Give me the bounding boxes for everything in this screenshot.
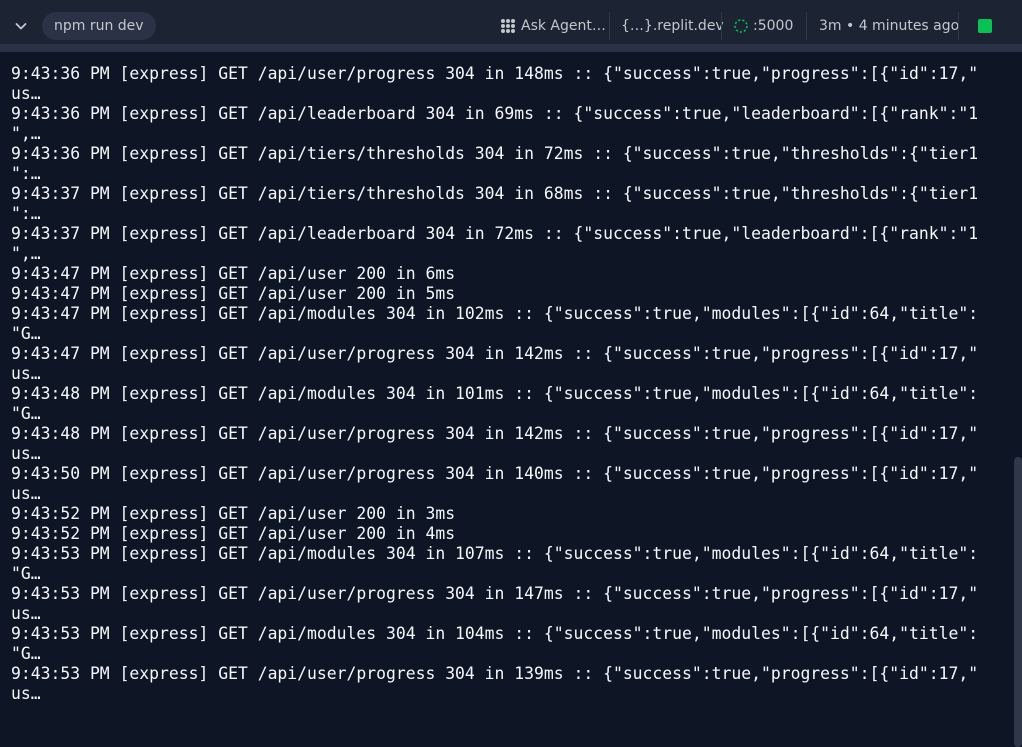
log-line: "G… bbox=[11, 644, 41, 663]
log-line: us… bbox=[11, 604, 41, 623]
log-line: 9:43:52 PM [express] GET /api/user 200 i… bbox=[11, 524, 456, 543]
log-line: 9:43:53 PM [express] GET /api/modules 30… bbox=[11, 624, 979, 643]
scrollbar-thumb[interactable] bbox=[1014, 457, 1022, 747]
log-line: ",… bbox=[11, 124, 41, 143]
running-status-icon bbox=[978, 19, 992, 33]
console-output[interactable]: 9:43:36 PM [express] GET /api/user/progr… bbox=[0, 52, 1022, 717]
log-line: us… bbox=[11, 364, 41, 383]
log-line: 9:43:52 PM [express] GET /api/user 200 i… bbox=[11, 504, 456, 523]
scrollbar[interactable] bbox=[1014, 52, 1022, 747]
divider bbox=[721, 12, 722, 40]
log-line: ",… bbox=[11, 244, 41, 263]
chevron-down-icon bbox=[15, 23, 27, 30]
divider bbox=[806, 12, 807, 40]
log-line: 9:43:47 PM [express] GET /api/modules 30… bbox=[11, 304, 979, 323]
log-line: 9:43:47 PM [express] GET /api/user/progr… bbox=[11, 344, 979, 363]
port-label: :5000 bbox=[753, 18, 794, 34]
log-line: "G… bbox=[11, 404, 41, 423]
log-lines: 9:43:36 PM [express] GET /api/user/progr… bbox=[11, 64, 1001, 704]
log-line: 9:43:48 PM [express] GET /api/user/progr… bbox=[11, 424, 979, 443]
log-line: 9:43:47 PM [express] GET /api/user 200 i… bbox=[11, 264, 456, 283]
dev-domain-label: {…}.replit.dev bbox=[621, 18, 724, 34]
log-line: 9:43:37 PM [express] GET /api/tiers/thre… bbox=[11, 184, 979, 203]
divider bbox=[958, 12, 959, 40]
log-line: 9:43:53 PM [express] GET /api/modules 30… bbox=[11, 544, 979, 563]
log-line: 9:43:53 PM [express] GET /api/user/progr… bbox=[11, 664, 979, 683]
log-line: 9:43:53 PM [express] GET /api/user/progr… bbox=[11, 584, 979, 603]
collapse-button[interactable] bbox=[10, 14, 32, 38]
log-line: 9:43:36 PM [express] GET /api/tiers/thre… bbox=[11, 144, 979, 163]
divider bbox=[609, 12, 610, 40]
log-line: 9:43:47 PM [express] GET /api/user 200 i… bbox=[11, 284, 456, 303]
port-icon bbox=[734, 19, 748, 33]
log-line: 9:43:37 PM [express] GET /api/leaderboar… bbox=[11, 224, 979, 243]
ask-agent-label: Ask Agent… bbox=[521, 18, 606, 34]
log-line: us… bbox=[11, 484, 41, 503]
log-line: us… bbox=[11, 84, 41, 103]
log-line: 9:43:36 PM [express] GET /api/leaderboar… bbox=[11, 104, 979, 123]
command-tab[interactable]: npm run dev bbox=[42, 12, 156, 40]
log-line: us… bbox=[11, 684, 41, 703]
agent-icon bbox=[501, 19, 515, 33]
toolbar-strip bbox=[0, 44, 1022, 52]
log-line: us… bbox=[11, 444, 41, 463]
log-line: ":… bbox=[11, 204, 41, 223]
log-line: "G… bbox=[11, 324, 41, 343]
run-time-label: 3m • 4 minutes ago bbox=[819, 18, 960, 34]
log-line: ":… bbox=[11, 164, 41, 183]
log-line: 9:43:48 PM [express] GET /api/modules 30… bbox=[11, 384, 979, 403]
log-line: 9:43:36 PM [express] GET /api/user/progr… bbox=[11, 64, 979, 83]
log-line: 9:43:50 PM [express] GET /api/user/progr… bbox=[11, 464, 979, 483]
log-line: "G… bbox=[11, 564, 41, 583]
